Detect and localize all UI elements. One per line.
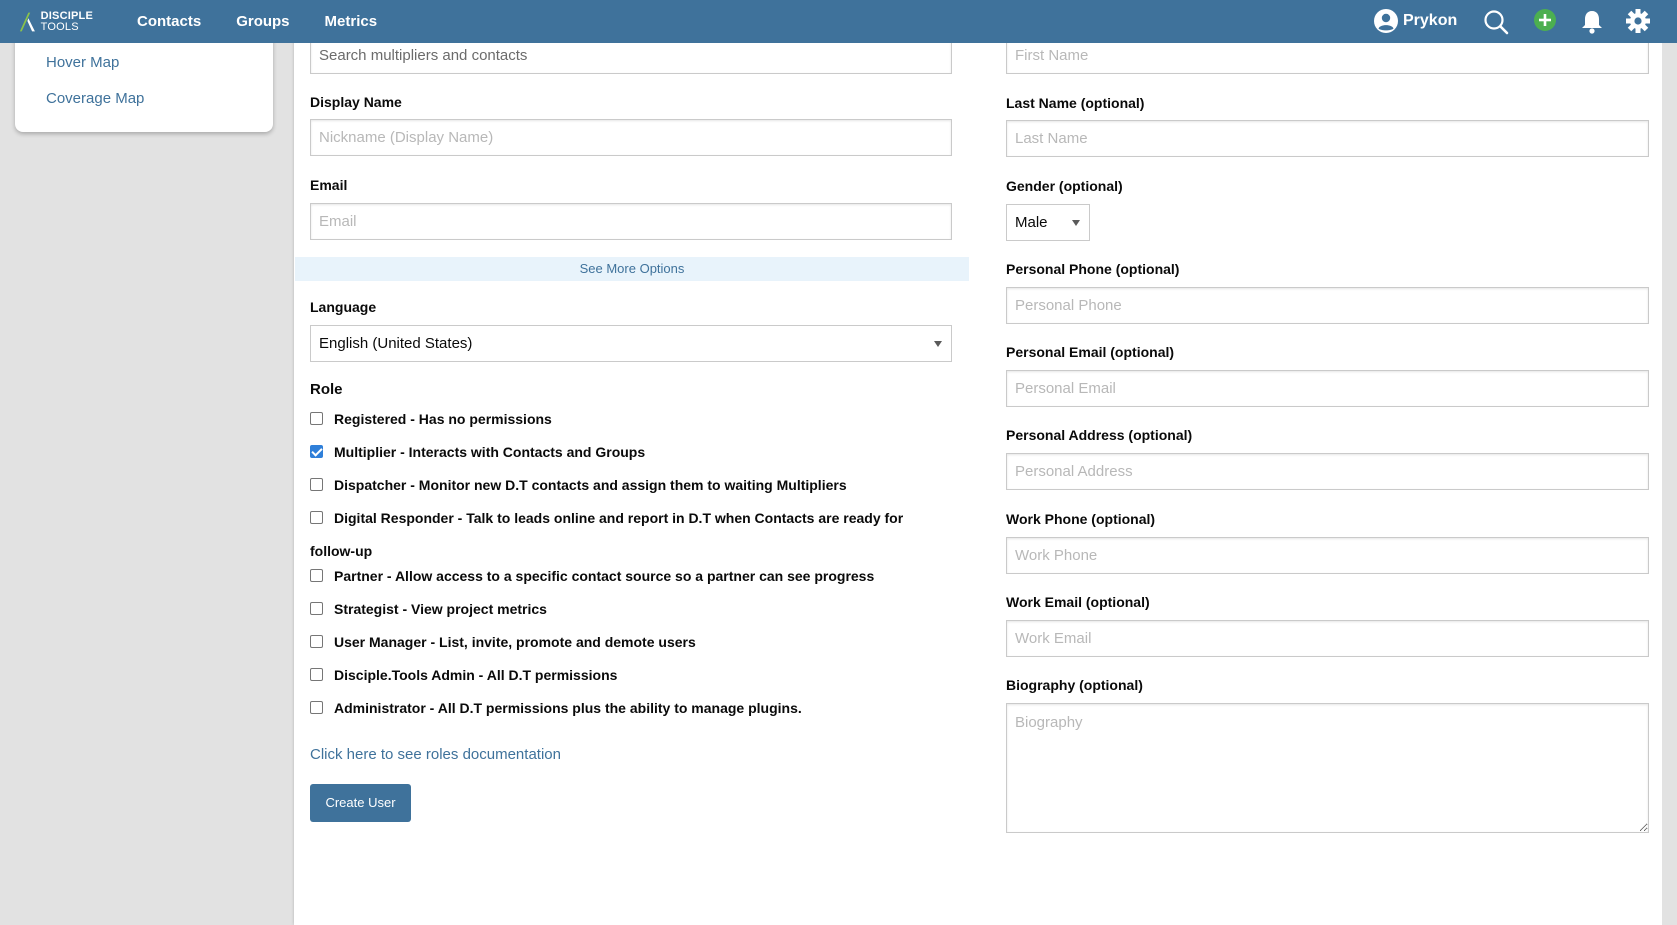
role-label-text: Dispatcher - Monitor new D.T contacts an… (334, 477, 847, 493)
role-user-manager[interactable]: User Manager - List, invite, promote and… (310, 633, 696, 651)
add-circle-icon[interactable] (1532, 9, 1558, 35)
role-multiplier[interactable]: Multiplier - Interacts with Contacts and… (310, 443, 645, 461)
role-dt-admin-checkbox[interactable] (310, 668, 323, 681)
role-strategist[interactable]: Strategist - View project metrics (310, 600, 547, 618)
role-label-text: Registered - Has no permissions (334, 411, 552, 427)
biography-textarea[interactable] (1006, 703, 1649, 833)
personal-email-label: Personal Email (optional) (1006, 344, 1175, 360)
sidebar-item-coverage-map[interactable]: Coverage Map (46, 90, 144, 107)
role-label-text: User Manager - List, invite, promote and… (334, 634, 696, 650)
display-name-label: Display Name (310, 94, 402, 110)
role-administrator[interactable]: Administrator - All D.T permissions plus… (310, 699, 802, 717)
role-dt-admin[interactable]: Disciple.Tools Admin - All D.T permissio… (310, 666, 617, 684)
role-partner[interactable]: Partner - Allow access to a specific con… (310, 567, 874, 585)
chevron-down-icon (1072, 220, 1080, 226)
role-registered[interactable]: Registered - Has no permissions (310, 410, 552, 428)
role-digital-responder-checkbox[interactable] (310, 511, 323, 524)
role-label: Role (310, 381, 343, 398)
see-more-options-button[interactable]: See More Options (295, 257, 969, 281)
logo-text-line2: TOOLS (40, 21, 79, 33)
top-navigation-bar: DISCIPLE TOOLS Contacts Groups Metrics P… (0, 0, 1677, 43)
biography-label: Biography (optional) (1006, 677, 1143, 693)
nav-contacts[interactable]: Contacts (137, 13, 201, 30)
user-name: Prykon (1403, 12, 1458, 29)
work-phone-input[interactable] (1006, 537, 1649, 574)
role-label-text: Strategist - View project metrics (334, 601, 547, 617)
role-administrator-checkbox[interactable] (310, 701, 323, 714)
gender-select-value: Male (1015, 214, 1048, 231)
logo-mark-icon (19, 12, 35, 32)
gender-label: Gender (optional) (1006, 178, 1123, 194)
role-dispatcher-checkbox[interactable] (310, 478, 323, 491)
page-scrollbar[interactable] (1662, 43, 1677, 925)
personal-phone-label: Personal Phone (optional) (1006, 261, 1180, 277)
work-email-label: Work Email (optional) (1006, 594, 1150, 610)
search-icon[interactable] (1483, 9, 1509, 35)
user-menu[interactable]: Prykon (1374, 9, 1457, 33)
gender-select[interactable]: Male (1006, 204, 1090, 241)
role-multiplier-checkbox[interactable] (310, 445, 323, 458)
nav-groups[interactable]: Groups (236, 13, 289, 30)
role-strategist-checkbox[interactable] (310, 602, 323, 615)
sidebar-item-hover-map[interactable]: Hover Map (46, 54, 119, 71)
create-user-button[interactable]: Create User (310, 784, 411, 822)
role-registered-checkbox[interactable] (310, 412, 323, 425)
personal-address-input[interactable] (1006, 453, 1649, 490)
main-nav: Contacts Groups Metrics (137, 0, 412, 43)
role-label-text: Digital Responder - Talk to leads online… (334, 510, 904, 526)
gear-icon[interactable] (1625, 9, 1651, 35)
language-select-value: English (United States) (319, 335, 473, 352)
role-label-text: Multiplier - Interacts with Contacts and… (334, 444, 646, 460)
display-name-input[interactable] (310, 119, 952, 156)
sidebar-menu-card: Hover Map Coverage Map (15, 38, 273, 132)
work-phone-label: Work Phone (optional) (1006, 511, 1156, 527)
role-label-text: Disciple.Tools Admin - All D.T permissio… (334, 667, 618, 683)
role-label-text: Partner - Allow access to a specific con… (334, 568, 875, 584)
language-select[interactable]: English (United States) (310, 325, 952, 362)
role-partner-checkbox[interactable] (310, 569, 323, 582)
role-user-manager-checkbox[interactable] (310, 635, 323, 648)
personal-phone-input[interactable] (1006, 287, 1649, 324)
personal-address-label: Personal Address (optional) (1006, 427, 1193, 443)
disciple-tools-logo[interactable]: DISCIPLE TOOLS (18, 9, 93, 35)
role-dispatcher[interactable]: Dispatcher - Monitor new D.T contacts an… (310, 476, 847, 494)
last-name-input[interactable] (1006, 120, 1649, 157)
user-avatar-icon (1374, 9, 1398, 33)
work-email-input[interactable] (1006, 620, 1649, 657)
roles-documentation-link[interactable]: Click here to see roles documentation (310, 746, 561, 763)
chevron-down-icon (934, 341, 942, 347)
role-digital-responder[interactable]: Digital Responder - Talk to leads online… (310, 509, 903, 527)
nav-metrics[interactable]: Metrics (325, 13, 378, 30)
role-label-text: Administrator - All D.T permissions plus… (334, 700, 802, 716)
language-label: Language (310, 299, 377, 315)
personal-email-input[interactable] (1006, 370, 1649, 407)
email-label: Email (310, 177, 348, 193)
bell-icon[interactable] (1579, 9, 1605, 35)
email-input[interactable] (310, 203, 952, 240)
role-label-text-wrap: follow-up (310, 543, 373, 559)
last-name-label: Last Name (optional) (1006, 95, 1145, 111)
